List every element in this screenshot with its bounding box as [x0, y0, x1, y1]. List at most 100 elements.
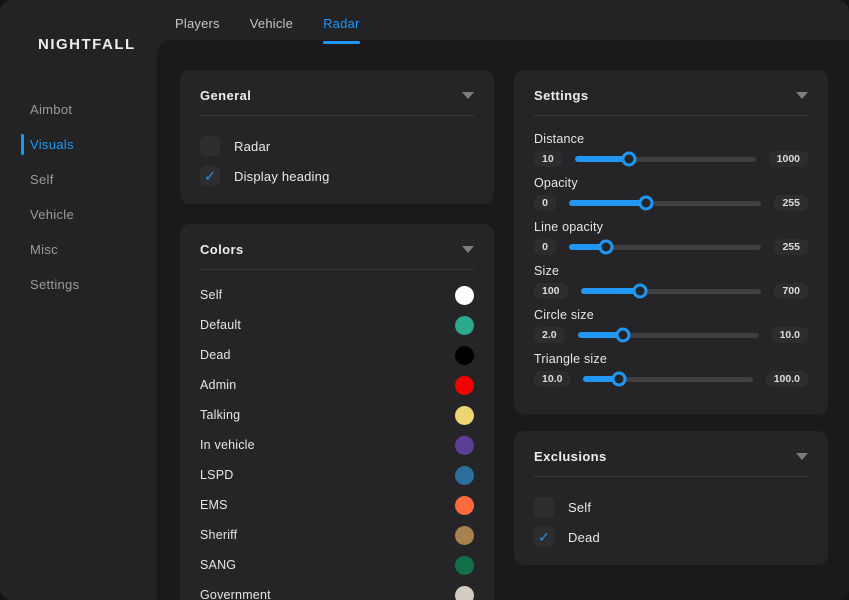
slider-min-value: 2.0: [534, 327, 565, 343]
color-label: SANG: [200, 558, 236, 572]
slider-min-value: 0: [534, 239, 556, 255]
slider-row: 10 1000: [534, 150, 808, 168]
slider-min-value: 0: [534, 195, 556, 211]
slider-max-value: 10.0: [772, 327, 808, 343]
right-column: Settings Distance 10: [514, 70, 828, 600]
exclusions-panel-header: Exclusions: [534, 448, 808, 464]
color-swatch[interactable]: [455, 496, 474, 515]
slider-track[interactable]: [575, 157, 756, 162]
color-label: EMS: [200, 498, 228, 512]
slider-handle[interactable]: [638, 196, 653, 211]
sidebar-item[interactable]: Vehicle: [0, 197, 157, 232]
settings-panel-header: Settings: [534, 87, 808, 103]
slider-track[interactable]: [578, 333, 759, 338]
slider-label: Circle size: [534, 308, 808, 322]
general-checkbox-list: ✓ Radar ✓ Display heading: [200, 136, 474, 186]
checkbox[interactable]: ✓: [534, 497, 554, 517]
checkbox-row[interactable]: ✓ Display heading: [200, 166, 474, 186]
tab-bar: Players Vehicle Radar: [175, 0, 360, 44]
slider-group: Opacity 0 255: [534, 176, 808, 212]
checkbox-row[interactable]: ✓ Radar: [200, 136, 474, 156]
colors-panel-header: Colors: [200, 241, 474, 257]
slider-min-value: 10: [534, 151, 562, 167]
slider-handle[interactable]: [615, 328, 630, 343]
slider-handle[interactable]: [633, 284, 648, 299]
slider-handle[interactable]: [598, 240, 613, 255]
color-label: Admin: [200, 378, 236, 392]
collapse-arrow-icon[interactable]: [796, 453, 808, 460]
slider-group: Line opacity 0 255: [534, 220, 808, 256]
sidebar-item-label: Visuals: [30, 137, 74, 152]
color-label: LSPD: [200, 468, 233, 482]
checkbox-row[interactable]: ✓ Dead: [534, 527, 808, 547]
slider-track[interactable]: [569, 245, 761, 250]
slider-label: Distance: [534, 132, 808, 146]
check-icon: ✓: [538, 530, 550, 544]
color-swatch[interactable]: [455, 376, 474, 395]
slider-row: 10.0 100.0: [534, 370, 808, 388]
slider-track[interactable]: [581, 289, 762, 294]
slider-label: Size: [534, 264, 808, 278]
sidebar-item[interactable]: Self: [0, 162, 157, 197]
slider-row: 0 255: [534, 238, 808, 256]
slider-list: Distance 10 1000 Opacity: [534, 132, 808, 388]
sidebar-item[interactable]: Settings: [0, 267, 157, 302]
tab[interactable]: Vehicle: [250, 16, 293, 44]
checkbox[interactable]: ✓: [200, 136, 220, 156]
collapse-arrow-icon[interactable]: [462, 246, 474, 253]
color-label: Talking: [200, 408, 240, 422]
tab-label: Players: [175, 16, 220, 31]
colors-panel-title: Colors: [200, 242, 244, 257]
color-row: Sheriff: [200, 520, 474, 550]
checkbox[interactable]: ✓: [534, 527, 554, 547]
check-icon: ✓: [204, 169, 216, 183]
slider-label: Triangle size: [534, 352, 808, 366]
slider-track[interactable]: [583, 377, 752, 382]
left-column: General ✓ Radar ✓ Display heading: [180, 70, 494, 600]
divider: [534, 476, 808, 477]
divider: [200, 269, 474, 270]
color-row: In vehicle: [200, 430, 474, 460]
checkbox-row[interactable]: ✓ Self: [534, 497, 808, 517]
color-swatch[interactable]: [455, 586, 474, 600]
color-swatch[interactable]: [455, 406, 474, 425]
color-swatch[interactable]: [455, 286, 474, 305]
color-swatch[interactable]: [455, 316, 474, 335]
sidebar-item-label: Self: [30, 172, 54, 187]
color-swatch[interactable]: [455, 346, 474, 365]
color-label: In vehicle: [200, 438, 255, 452]
slider-handle[interactable]: [611, 372, 626, 387]
sidebar-item[interactable]: Visuals: [0, 127, 157, 162]
color-row: EMS: [200, 490, 474, 520]
tab[interactable]: Players: [175, 16, 220, 44]
slider-handle[interactable]: [621, 152, 636, 167]
colors-panel: Colors Self Default Dead: [180, 224, 494, 600]
color-swatch[interactable]: [455, 556, 474, 575]
sidebar-item-label: Misc: [30, 242, 58, 257]
collapse-arrow-icon[interactable]: [796, 92, 808, 99]
color-row: Talking: [200, 400, 474, 430]
checkbox-label: Dead: [568, 530, 600, 545]
color-swatch[interactable]: [455, 526, 474, 545]
color-row: Self: [200, 280, 474, 310]
slider-max-value: 255: [774, 239, 808, 255]
tab[interactable]: Radar: [323, 16, 359, 44]
sidebar-item[interactable]: Misc: [0, 232, 157, 267]
color-swatch[interactable]: [455, 436, 474, 455]
color-label: Self: [200, 288, 222, 302]
slider-track[interactable]: [569, 201, 761, 206]
checkbox-label: Self: [568, 500, 591, 515]
tab-label: Vehicle: [250, 16, 293, 31]
color-swatch[interactable]: [455, 466, 474, 485]
checkbox[interactable]: ✓: [200, 166, 220, 186]
slider-max-value: 255: [774, 195, 808, 211]
slider-min-value: 10.0: [534, 371, 570, 387]
color-label: Default: [200, 318, 241, 332]
sidebar-item-label: Settings: [30, 277, 79, 292]
collapse-arrow-icon[interactable]: [462, 92, 474, 99]
color-row: SANG: [200, 550, 474, 580]
color-list: Self Default Dead Admin Talking: [200, 280, 474, 600]
active-indicator-bar: [21, 134, 24, 155]
sidebar-item[interactable]: Aimbot: [0, 92, 157, 127]
general-panel: General ✓ Radar ✓ Display heading: [180, 70, 494, 204]
